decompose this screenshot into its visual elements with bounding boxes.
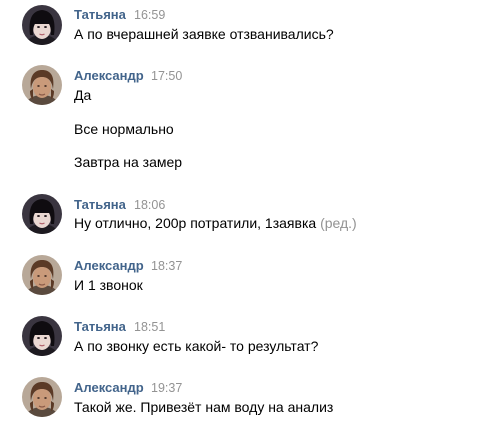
message-history: Татьяна 16:59 А по вчерашней заявке отзв…: [0, 0, 492, 434]
message-text: Все нормально: [74, 121, 174, 137]
message-text: А по вчерашней заявке отзванивались?: [74, 26, 334, 42]
message-timestamp[interactable]: 19:37: [151, 381, 182, 395]
message-text: А по звонку есть какой- то результат?: [74, 338, 319, 354]
author-name[interactable]: Татьяна: [74, 197, 126, 212]
female-avatar-icon[interactable]: [22, 194, 62, 234]
message-timestamp[interactable]: 18:51: [134, 320, 165, 334]
author-name[interactable]: Татьяна: [74, 319, 126, 334]
author-name[interactable]: Александр: [74, 68, 144, 83]
edited-label[interactable]: (ред.): [320, 215, 357, 231]
male-avatar-icon[interactable]: [22, 255, 62, 295]
male-avatar-icon[interactable]: [22, 65, 62, 105]
female-avatar-icon[interactable]: [22, 5, 62, 45]
author-name[interactable]: Александр: [74, 380, 144, 395]
message-timestamp[interactable]: 18:37: [151, 259, 182, 273]
message-text: Такой же. Привезёт нам воду на анализ: [74, 399, 334, 415]
message-text: Завтра на замер: [74, 154, 183, 170]
message-timestamp[interactable]: 18:06: [134, 198, 165, 212]
female-avatar-icon[interactable]: [22, 316, 62, 356]
message-text-line: Ну отлично, 200р потратили, 1заявка (ред…: [74, 215, 357, 231]
message-timestamp[interactable]: 17:50: [151, 69, 182, 83]
author-name[interactable]: Татьяна: [74, 7, 126, 22]
message-text: Ну отлично, 200р потратили, 1заявка: [74, 215, 317, 231]
message-timestamp[interactable]: 16:59: [134, 8, 165, 22]
author-name[interactable]: Александр: [74, 258, 144, 273]
message-text: Да: [74, 87, 92, 103]
male-avatar-icon[interactable]: [22, 377, 62, 417]
message-text: И 1 звонок: [74, 277, 143, 293]
